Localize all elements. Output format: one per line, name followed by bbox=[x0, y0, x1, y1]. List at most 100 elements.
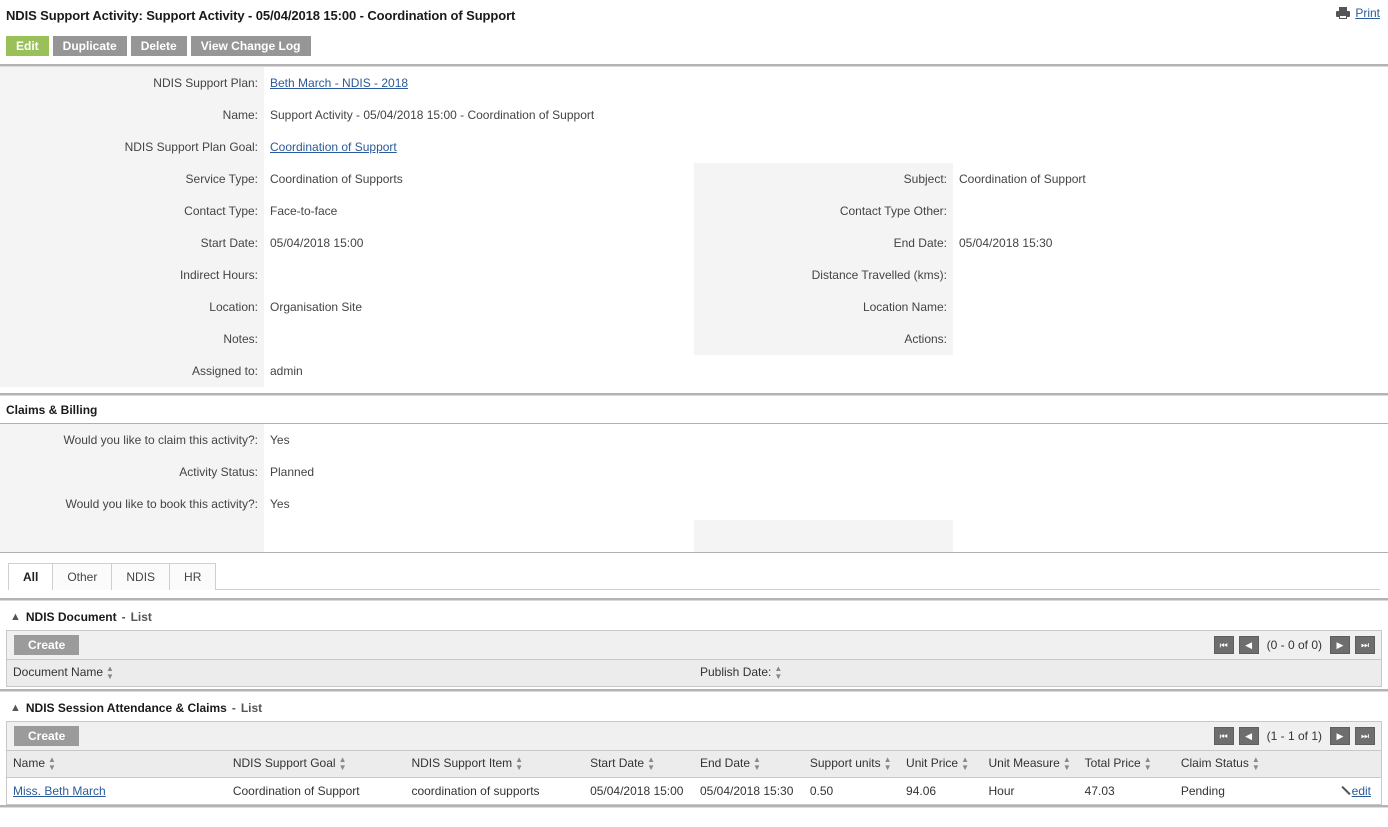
pencil-icon bbox=[1341, 785, 1351, 796]
tab-ndis[interactable]: NDIS bbox=[111, 563, 171, 590]
sort-icon[interactable]: ▲ ▼ bbox=[647, 756, 655, 772]
column-header-support-item[interactable]: NDIS Support Item ▲ ▼ bbox=[405, 751, 585, 778]
column-header-actions bbox=[1284, 751, 1381, 778]
tab-hr[interactable]: HR bbox=[169, 563, 217, 590]
field-label: Location Name: bbox=[694, 291, 953, 323]
claims-right-empty-label bbox=[694, 520, 953, 552]
field-value: 05/04/2018 15:30 bbox=[953, 227, 1388, 259]
claims-filler-row bbox=[0, 520, 694, 552]
detail-row: Assigned to: admin bbox=[0, 355, 694, 387]
documents-title-separator: - bbox=[121, 610, 126, 624]
cell-unit-measure: Hour bbox=[982, 777, 1079, 805]
next-page-icon[interactable]: ▶ bbox=[1330, 727, 1350, 745]
claims-column-right bbox=[694, 424, 1388, 552]
cell-claim-status: Pending bbox=[1174, 777, 1285, 805]
field-value: Coordination of Support bbox=[264, 131, 694, 163]
tab-bar: All Other NDIS HR bbox=[0, 553, 1388, 590]
chevron-up-icon[interactable]: ▲ bbox=[10, 702, 21, 714]
tab-all[interactable]: All bbox=[8, 563, 54, 590]
print-link[interactable]: Print bbox=[1355, 6, 1380, 20]
field-label: Subject: bbox=[694, 163, 953, 195]
sort-icon[interactable]: ▲ ▼ bbox=[961, 756, 969, 772]
sort-icon[interactable]: ▲ ▼ bbox=[753, 756, 761, 772]
column-header-unit-measure[interactable]: Unit Measure ▲ ▼ bbox=[982, 751, 1079, 778]
print-action[interactable]: Print bbox=[1336, 6, 1380, 20]
sort-icon[interactable]: ▲ ▼ bbox=[48, 756, 56, 772]
field-label: NDIS Support Plan: bbox=[0, 67, 264, 99]
detail-column-right: Subject: Coordination of Support Contact … bbox=[694, 67, 1388, 387]
tab-other[interactable]: Other bbox=[52, 563, 113, 590]
first-page-icon[interactable]: ⏮ bbox=[1213, 727, 1234, 745]
field-value: Yes bbox=[264, 488, 694, 520]
column-header-support-goal[interactable]: NDIS Support Goal ▲ ▼ bbox=[226, 751, 406, 778]
sort-icon[interactable]: ▲ ▼ bbox=[884, 756, 892, 772]
field-label: Activity Status: bbox=[0, 456, 264, 488]
previous-page-icon[interactable]: ◀ bbox=[1238, 636, 1259, 654]
cell-start-date: 05/04/2018 15:00 bbox=[584, 777, 694, 805]
previous-page-icon[interactable]: ◀ bbox=[1238, 727, 1259, 745]
field-label: Assigned to: bbox=[0, 355, 264, 387]
sessions-create-button[interactable]: Create bbox=[14, 726, 80, 746]
column-header-support-units[interactable]: Support units ▲ ▼ bbox=[803, 751, 901, 778]
ndis-support-plan-goal-link[interactable]: Coordination of Support bbox=[270, 140, 397, 154]
claims-section-title: Claims & Billing bbox=[6, 403, 98, 417]
duplicate-button[interactable]: Duplicate bbox=[52, 36, 127, 56]
documents-pager: ⏮ ◀ (0 - 0 of 0) ▶ ⏭ bbox=[1213, 636, 1375, 654]
participant-link[interactable]: Miss. Beth March bbox=[13, 784, 106, 798]
column-header-start-date[interactable]: Start Date ▲ ▼ bbox=[584, 751, 694, 778]
sessions-list-toolbar: Create ⏮ ◀ (1 - 1 of 1) ▶ ⏭ bbox=[7, 722, 1381, 751]
next-page-icon[interactable]: ▶ bbox=[1330, 636, 1350, 654]
field-value bbox=[953, 291, 1388, 323]
documents-list-panel: Create ⏮ ◀ (0 - 0 of 0) ▶ ⏭ Document Nam… bbox=[6, 630, 1382, 687]
field-label: Start Date: bbox=[0, 227, 264, 259]
field-label: NDIS Support Plan Goal: bbox=[0, 131, 264, 163]
sort-icon[interactable]: ▲ ▼ bbox=[515, 756, 523, 772]
last-page-icon[interactable]: ⏭ bbox=[1355, 727, 1375, 745]
column-header-claim-status[interactable]: Claim Status ▲ ▼ bbox=[1174, 751, 1285, 778]
cell-edit-action: edit bbox=[1284, 777, 1381, 805]
sessions-title-separator: - bbox=[231, 701, 236, 715]
field-value: Yes bbox=[264, 424, 694, 456]
column-header-document-name[interactable]: Document Name ▲ ▼ bbox=[7, 660, 694, 687]
detail-row: Start Date: 05/04/2018 15:00 bbox=[0, 227, 694, 259]
delete-button[interactable]: Delete bbox=[130, 36, 187, 56]
documents-list-title: NDIS Document bbox=[25, 610, 117, 624]
field-label: Location: bbox=[0, 291, 264, 323]
field-value: Planned bbox=[264, 456, 694, 488]
column-header-total-price[interactable]: Total Price ▲ ▼ bbox=[1078, 751, 1175, 778]
sessions-list-header: ▲ NDIS Session Attendance & Claims - Lis… bbox=[0, 692, 1388, 721]
last-page-icon[interactable]: ⏭ bbox=[1355, 636, 1375, 654]
sort-icon[interactable]: ▲ ▼ bbox=[1063, 756, 1071, 772]
cell-end-date: 05/04/2018 15:30 bbox=[693, 777, 804, 805]
view-change-log-button[interactable]: View Change Log bbox=[190, 36, 311, 56]
column-header-name[interactable]: Name ▲ ▼ bbox=[7, 751, 227, 778]
sessions-list-title: NDIS Session Attendance & Claims bbox=[25, 701, 227, 715]
field-value: Coordination of Supports bbox=[264, 163, 694, 195]
field-label: Notes: bbox=[0, 323, 264, 355]
sessions-bottom-rule bbox=[0, 805, 1388, 808]
sort-icon[interactable]: ▲ ▼ bbox=[1252, 756, 1260, 772]
detail-row: End Date: 05/04/2018 15:30 bbox=[694, 227, 1388, 259]
chevron-up-icon[interactable]: ▲ bbox=[10, 611, 21, 623]
column-header-unit-price[interactable]: Unit Price ▲ ▼ bbox=[900, 751, 983, 778]
edit-button[interactable]: Edit bbox=[6, 36, 49, 56]
sessions-list-subtitle: List bbox=[240, 701, 263, 715]
sort-icon[interactable]: ▲ ▼ bbox=[106, 665, 114, 681]
detail-row: Actions: bbox=[694, 323, 1388, 355]
field-label: Actions: bbox=[694, 323, 953, 355]
first-page-icon[interactable]: ⏮ bbox=[1213, 636, 1234, 654]
ndis-support-plan-link[interactable]: Beth March - NDIS - 2018 bbox=[270, 76, 408, 90]
table-header-row: Document Name ▲ ▼ Publish Date: ▲ ▼ bbox=[7, 660, 1381, 687]
claims-right-empty-value bbox=[953, 520, 1388, 552]
claims-row: Would you like to book this activity?: Ye… bbox=[0, 488, 694, 520]
sort-icon[interactable]: ▲ ▼ bbox=[1144, 756, 1152, 772]
edit-row-link[interactable]: edit bbox=[1352, 784, 1371, 798]
documents-create-button[interactable]: Create bbox=[14, 635, 80, 655]
sort-icon[interactable]: ▲ ▼ bbox=[774, 665, 782, 681]
table-row[interactable]: Miss. Beth March Coordination of Support… bbox=[7, 777, 1381, 805]
column-header-end-date[interactable]: End Date ▲ ▼ bbox=[693, 751, 804, 778]
detail-row: Contact Type Other: bbox=[694, 195, 1388, 227]
sort-icon[interactable]: ▲ ▼ bbox=[339, 756, 347, 772]
claims-column-left: Would you like to claim this activity?: Y… bbox=[0, 424, 694, 552]
column-header-publish-date[interactable]: Publish Date: ▲ ▼ bbox=[694, 660, 1381, 687]
